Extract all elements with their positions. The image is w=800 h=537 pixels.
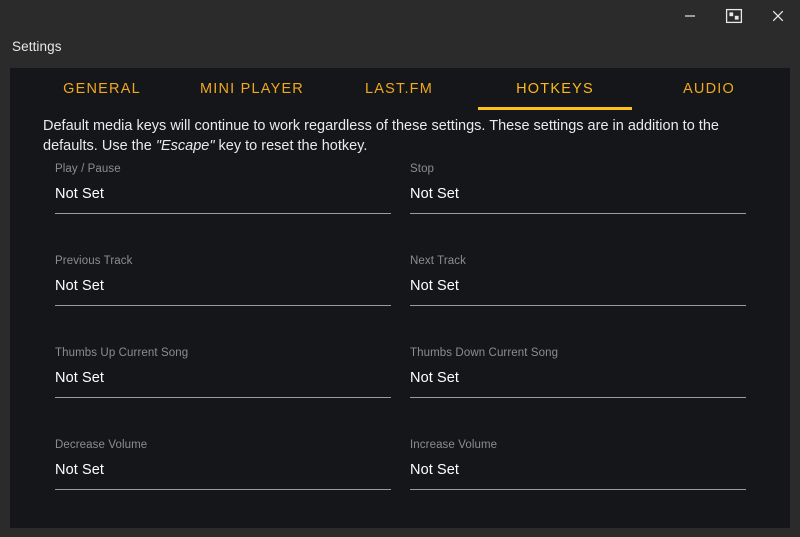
hotkey-field-thumbs-up[interactable]: Thumbs Up Current Song Not Set: [55, 346, 391, 398]
hotkey-field-increase-volume[interactable]: Increase Volume Not Set: [410, 438, 746, 490]
hotkey-underline: [410, 213, 746, 214]
tab-audio-underline: [644, 107, 774, 110]
tab-mini-player-underline: [176, 107, 328, 110]
settings-tab-bar: GENERAL MINI PLAYER LAST.FM HOTKEYS AUDI…: [10, 68, 790, 110]
tab-general-label: GENERAL: [63, 81, 141, 97]
tab-audio[interactable]: AUDIO: [644, 68, 774, 110]
window-controls: [668, 0, 800, 32]
description-part-1: Default media keys will continue to work…: [43, 118, 719, 154]
hotkey-row: Thumbs Up Current Song Not Set Thumbs Do…: [10, 346, 790, 438]
hotkey-underline: [55, 397, 391, 398]
hotkey-value: Not Set: [410, 186, 460, 202]
hotkey-value: Not Set: [55, 278, 105, 294]
hotkey-field-previous-track[interactable]: Previous Track Not Set: [55, 254, 391, 306]
tab-mini-player-label: MINI PLAYER: [200, 81, 304, 97]
hotkey-underline: [410, 397, 746, 398]
hotkey-underline: [55, 305, 391, 306]
settings-panel: GENERAL MINI PLAYER LAST.FM HOTKEYS AUDI…: [10, 68, 790, 528]
hotkey-field-play-pause[interactable]: Play / Pause Not Set: [55, 162, 391, 214]
hotkey-grid: Play / Pause Not Set Stop Not Set Previo…: [10, 162, 790, 528]
hotkey-underline: [55, 213, 391, 214]
close-icon: [772, 10, 784, 22]
window-title: Settings: [12, 39, 62, 54]
hotkey-value: Not Set: [55, 186, 105, 202]
hotkey-field-next-track[interactable]: Next Track Not Set: [410, 254, 746, 306]
hotkey-value: Not Set: [55, 462, 105, 478]
hotkey-label: Decrease Volume: [55, 439, 148, 451]
hotkey-field-stop[interactable]: Stop Not Set: [410, 162, 746, 214]
hotkey-label: Stop: [410, 163, 435, 175]
hotkey-label: Thumbs Up Current Song: [55, 347, 189, 359]
hotkey-underline: [55, 489, 391, 490]
hotkey-underline: [410, 305, 746, 306]
tab-general[interactable]: GENERAL: [32, 68, 172, 110]
hotkey-label: Previous Track: [55, 255, 133, 267]
tab-lastfm[interactable]: LAST.FM: [332, 68, 466, 110]
hotkey-value: Not Set: [410, 370, 460, 386]
tab-mini-player[interactable]: MINI PLAYER: [176, 68, 328, 110]
hotkey-row: Decrease Volume Not Set Increase Volume …: [10, 438, 790, 528]
hotkey-underline: [410, 489, 746, 490]
description-escape-emphasis: "Escape": [155, 138, 215, 154]
hotkey-field-thumbs-down[interactable]: Thumbs Down Current Song Not Set: [410, 346, 746, 398]
hotkey-value: Not Set: [410, 278, 460, 294]
hotkey-label: Increase Volume: [410, 439, 498, 451]
hotkey-label: Thumbs Down Current Song: [410, 347, 559, 359]
restore-window-icon: [725, 8, 743, 24]
restore-button[interactable]: [712, 0, 756, 32]
hotkey-label: Next Track: [410, 255, 466, 267]
close-button[interactable]: [756, 0, 800, 32]
minimize-button[interactable]: [668, 0, 712, 32]
hotkey-value: Not Set: [410, 462, 460, 478]
settings-window: Settings GENERAL MINI PLAYER LAST.FM HOT…: [0, 0, 800, 537]
minimize-icon: [685, 15, 695, 17]
tab-audio-label: AUDIO: [683, 81, 735, 97]
tab-lastfm-label: LAST.FM: [364, 81, 434, 97]
hotkey-row: Previous Track Not Set Next Track Not Se…: [10, 254, 790, 346]
tab-lastfm-underline: [332, 107, 466, 110]
hotkey-value: Not Set: [55, 370, 105, 386]
tab-general-underline: [32, 107, 172, 110]
title-bar: Settings: [0, 0, 800, 68]
hotkey-row: Play / Pause Not Set Stop Not Set: [10, 162, 790, 254]
hotkeys-description: Default media keys will continue to work…: [43, 116, 743, 156]
tab-hotkeys-label: HOTKEYS: [516, 81, 594, 97]
tab-hotkeys-underline: [478, 107, 632, 110]
hotkey-field-decrease-volume[interactable]: Decrease Volume Not Set: [55, 438, 391, 490]
tab-hotkeys[interactable]: HOTKEYS: [478, 68, 632, 110]
description-part-2: key to reset the hotkey.: [214, 138, 368, 154]
hotkey-label: Play / Pause: [55, 163, 121, 175]
